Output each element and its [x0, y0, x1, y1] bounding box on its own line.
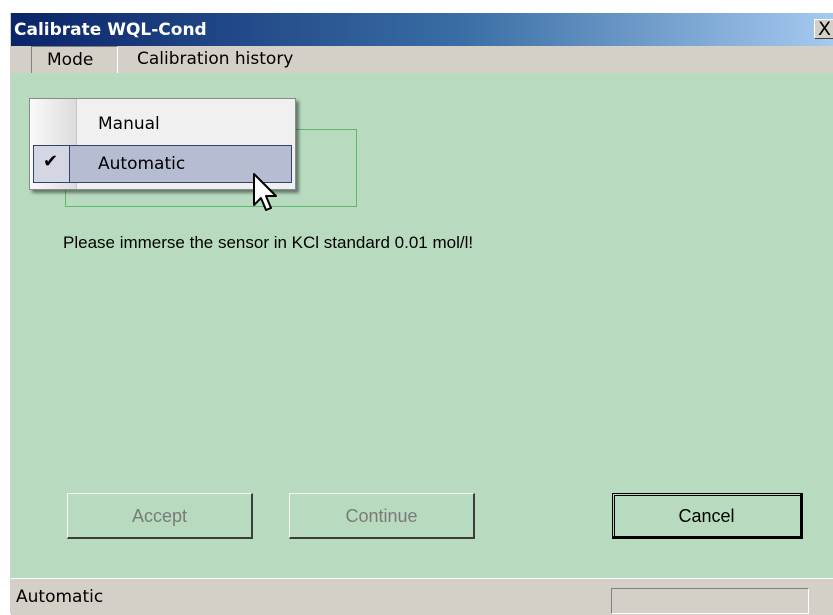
accept-button[interactable]: Accept — [67, 493, 253, 539]
menu-item-automatic-label: Automatic — [98, 154, 186, 174]
title-bar[interactable]: Calibrate WQL-Cond X — [11, 13, 833, 46]
window-title: Calibrate WQL-Cond — [14, 20, 207, 40]
menu-bar: Mode Calibration history — [11, 46, 833, 73]
checkmark-icon: ✔ — [43, 151, 59, 172]
instruction-message: Please immerse the sensor in KCl standar… — [63, 233, 474, 252]
mouse-cursor-icon — [253, 173, 277, 211]
menu-calibration-history[interactable]: Calibration history — [129, 46, 301, 73]
menu-item-manual-label: Manual — [98, 114, 160, 134]
continue-button[interactable]: Continue — [289, 493, 475, 539]
status-bar: Automatic — [11, 578, 833, 615]
menu-mode[interactable]: Mode — [31, 46, 118, 73]
status-panel — [611, 588, 809, 614]
cancel-button[interactable]: Cancel — [612, 493, 803, 539]
close-icon: X — [818, 18, 832, 40]
close-button[interactable]: X — [814, 18, 833, 40]
menu-item-manual[interactable]: Manual — [33, 105, 292, 143]
checkmark-box: ✔ — [34, 146, 70, 182]
status-text: Automatic — [16, 587, 104, 607]
